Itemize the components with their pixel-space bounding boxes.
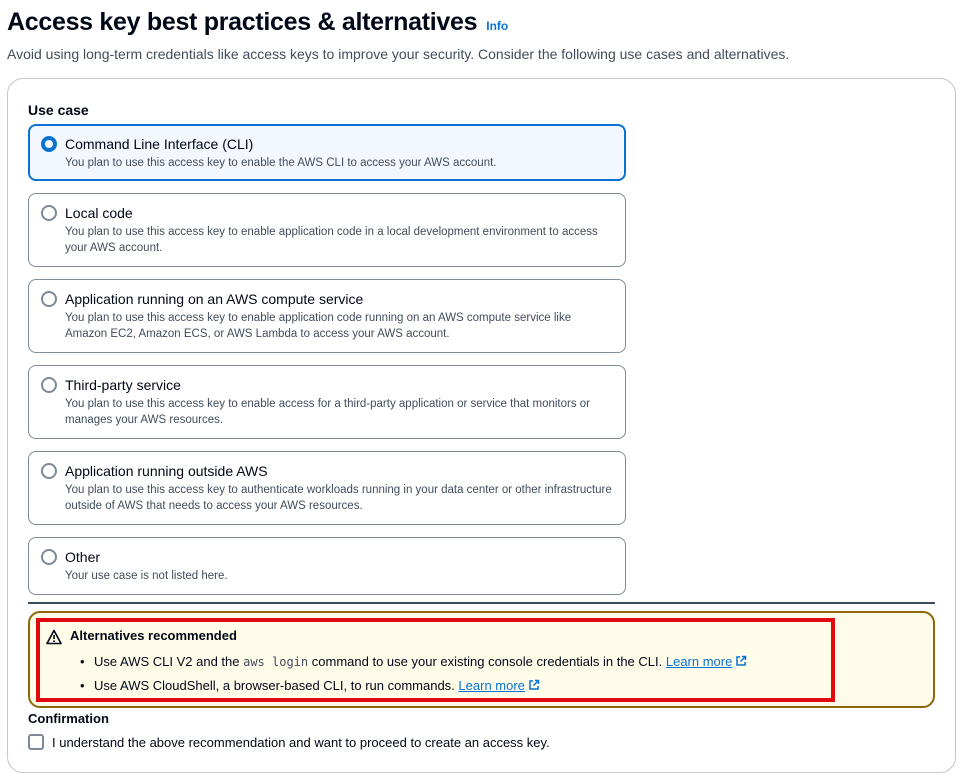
use-case-option-local-code[interactable]: Local code You plan to use this access k… [28, 193, 626, 267]
radio-button[interactable] [41, 377, 57, 393]
page-title: Access key best practices & alternatives [7, 8, 478, 36]
learn-more-link[interactable]: Learn more [458, 678, 540, 693]
option-title: Third-party service [65, 377, 181, 393]
option-description: You plan to use this access key to enabl… [65, 157, 497, 169]
radio-button[interactable] [41, 205, 57, 221]
option-title: Application running outside AWS [65, 463, 268, 479]
info-link[interactable]: Info [486, 19, 508, 33]
list-item: • Use AWS CloudShell, a browser-based CL… [80, 674, 747, 698]
bullet: • [80, 654, 85, 669]
use-case-option-aws-compute[interactable]: Application running on an AWS compute se… [28, 279, 626, 353]
option-description: You plan to use this access key to enabl… [65, 312, 572, 340]
alternatives-alert: Alternatives recommended • Use AWS CLI V… [28, 611, 935, 708]
external-link-icon[interactable] [735, 655, 747, 667]
radio-button[interactable] [41, 291, 57, 307]
option-description: You plan to use this access key to authe… [65, 484, 612, 512]
divider [28, 602, 935, 604]
option-title: Local code [65, 205, 133, 221]
title-row: Access key best practices & alternatives… [7, 8, 957, 37]
option-description: You plan to use this access key to enabl… [65, 226, 598, 254]
option-description: Your use case is not listed here. [65, 570, 228, 582]
checkbox-label[interactable]: I understand the above recommendation an… [52, 735, 550, 750]
item-text: Use AWS CloudShell, a browser-based CLI,… [94, 678, 455, 693]
confirmation-checkbox-row[interactable]: I understand the above recommendation an… [28, 734, 550, 750]
link-label[interactable]: Learn more [458, 678, 524, 693]
learn-more-link[interactable]: Learn more [666, 654, 747, 669]
alert-list: • Use AWS CLI V2 and the aws login comma… [80, 650, 747, 698]
radio-button[interactable] [41, 549, 57, 565]
list-item: • Use AWS CLI V2 and the aws login comma… [80, 650, 747, 674]
item-text: command to use your existing console cre… [311, 654, 663, 669]
use-case-option-third-party[interactable]: Third-party service You plan to use this… [28, 365, 626, 439]
link-label[interactable]: Learn more [666, 654, 732, 669]
use-case-container: Use case Command Line Interface (CLI) Yo… [7, 78, 956, 773]
option-title: Other [65, 549, 101, 565]
option-title: Application running on an AWS compute se… [65, 291, 364, 307]
item-text: Use AWS CLI V2 and the [94, 654, 240, 669]
radio-button[interactable] [41, 463, 57, 479]
page-description: Avoid using long-term credentials like a… [7, 46, 790, 62]
radio-button-selected[interactable] [41, 136, 57, 152]
option-description: You plan to use this access key to enabl… [65, 398, 591, 426]
use-case-option-cli[interactable]: Command Line Interface (CLI) You plan to… [28, 124, 626, 181]
page-header: Access key best practices & alternatives… [7, 8, 957, 62]
use-case-label: Use case [28, 102, 89, 118]
warning-icon [46, 629, 62, 645]
code-snippet: aws login [243, 655, 309, 669]
external-link-icon[interactable] [528, 679, 540, 691]
use-case-option-other[interactable]: Other Your use case is not listed here. [28, 537, 626, 595]
use-case-option-outside-aws[interactable]: Application running outside AWS You plan… [28, 451, 626, 525]
alert-title: Alternatives recommended [70, 628, 237, 643]
bullet: • [80, 678, 85, 693]
confirmation-label: Confirmation [28, 711, 109, 726]
option-title: Command Line Interface (CLI) [65, 136, 254, 152]
confirmation-checkbox[interactable] [28, 734, 44, 750]
